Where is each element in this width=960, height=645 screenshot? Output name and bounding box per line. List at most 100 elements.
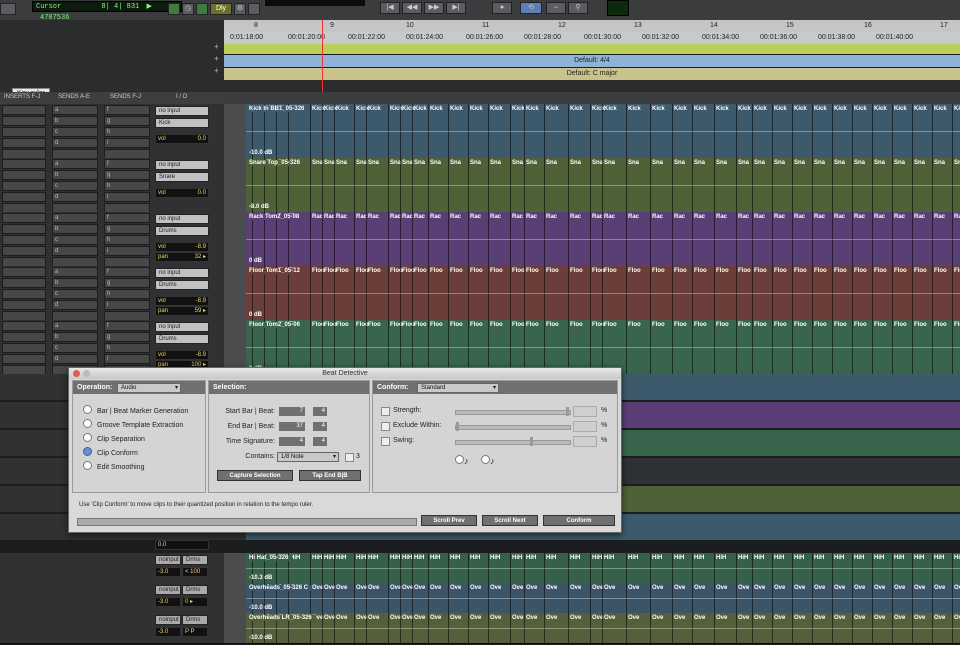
send-slot[interactable]: g [104,116,150,126]
insert-slot[interactable] [2,105,46,115]
input-selector[interactable]: no input [155,106,209,116]
send-slot[interactable]: b [52,116,98,126]
radio-icon[interactable] [83,405,92,414]
insert-slot[interactable] [2,278,46,288]
send-slot[interactable]: g [104,332,150,342]
return-to-zero-icon[interactable]: |◀ [380,2,400,14]
send-slot[interactable]: c [52,127,98,137]
send-slot[interactable]: h [104,289,150,299]
swing-8th-note-option[interactable]: ♪ [455,455,469,466]
volume-display[interactable]: vol -8.9 [155,350,209,360]
input-selector[interactable]: no input [155,322,209,332]
operation-radio[interactable]: Bar | Beat Marker Generation [83,405,188,415]
radio-icon[interactable] [83,433,92,442]
strength-slider[interactable] [455,407,571,416]
operation-radio[interactable]: Edit Smoothing [83,461,144,471]
insert-slot[interactable] [2,321,46,331]
exclude-checkbox[interactable] [381,422,390,431]
clock-icon[interactable]: ◷ [182,3,194,15]
capture-selection-button[interactable]: Capture Selection [217,470,293,481]
output-selector[interactable]: Kick [155,118,209,128]
radio-icon[interactable] [83,461,92,470]
swing-checkbox[interactable] [381,437,390,446]
fast-forward-icon[interactable]: ▶▶ [424,2,444,14]
gear-icon[interactable]: ⚙ [234,3,246,15]
volume-display[interactable]: vol -8.9 [155,242,209,252]
send-slot[interactable]: h [104,235,150,245]
time-sig-denominator-field[interactable]: 4 [313,437,327,446]
track-lane[interactable]: Ove Ove Ove Ove Ove Ove Ove Ove Ove Ove Ove Ove Ove O… [246,583,960,613]
strength-value-field[interactable] [573,406,597,417]
timecode-ruler[interactable]: 0:01:18:00 00:01:20:00 00:01:22:00 00:01:24… [224,32,960,44]
radio-icon[interactable] [83,419,92,428]
insert-slot[interactable] [2,213,46,223]
insert-slot[interactable] [2,224,46,234]
strength-thumb[interactable] [566,407,569,416]
meter-icon[interactable] [168,3,180,15]
send-slot[interactable]: c [52,181,98,191]
output-selector[interactable]: Drms [182,615,208,625]
link-icon[interactable]: ⚲ [568,2,588,14]
contains-dropdown[interactable]: 1/8 Note ▾ [277,452,339,462]
minimize-icon[interactable] [83,370,90,377]
pan-value[interactable]: < 100 [182,567,208,577]
send-slot[interactable]: a [52,105,98,115]
add-marker-icon[interactable]: + [214,54,219,63]
time-sig-numerator-field[interactable]: 4 [279,437,305,446]
send-slot[interactable]: f [104,213,150,223]
insert-slot[interactable] [2,354,46,364]
output-selector[interactable]: Snare [155,172,209,182]
track-lane[interactable]: Rac Rac Rac Rac Rac Rac Rac Rac Rac Rac Rac Rac Rac R… [246,212,960,266]
start-bar-field[interactable]: 7 [279,407,305,416]
send-slot[interactable]: h [104,127,150,137]
send-slot[interactable]: a [52,159,98,169]
input-selector[interactable]: no input [155,268,209,278]
insert-slot[interactable] [2,192,46,202]
bars-ruler[interactable]: 8 9 10 11 12 13 14 15 16 17 [224,20,960,32]
send-slot[interactable]: b [52,224,98,234]
volume-value[interactable]: -3.0 [155,567,181,577]
insert-slot[interactable] [2,246,46,256]
send-slot[interactable]: c [52,343,98,353]
input-selector[interactable]: no input [155,214,209,224]
input-selector[interactable]: noinput [155,585,181,595]
tap-end-button[interactable]: Tap End B|B [299,470,361,481]
insert-slot[interactable] [2,235,46,245]
track-lane[interactable]: Floo Floo Floo Floo Floo Floo Floo Floo Floo Floo… [246,266,960,320]
track-lane[interactable]: Sna Sna Sna Sna Sna Sna Sna Sna Sna Sna Sna Sna Sna S… [246,158,960,212]
send-slot[interactable]: g [104,170,150,180]
send-slot[interactable]: c [52,289,98,299]
output-selector[interactable]: Drums [155,226,209,236]
pan-display[interactable]: pan 59 ▸ [155,306,209,316]
rewind-icon[interactable]: ◀◀ [402,2,422,14]
send-slot[interactable]: g [104,224,150,234]
send-slot[interactable]: h [104,343,150,353]
insert-slot[interactable] [2,332,46,342]
pan-display[interactable]: pan 32 ▸ [155,252,209,262]
output-selector[interactable]: Drums [155,334,209,344]
volume-value[interactable]: -3.0 [155,627,181,637]
insert-slot[interactable] [2,159,46,169]
volume-display[interactable]: vol -8.9 [155,296,209,306]
volume-display[interactable]: vol 0.0 [155,188,209,198]
exclude-thumb[interactable] [456,422,459,431]
loop-icon[interactable]: ⟲ [520,2,542,14]
input-selector[interactable]: noinput [155,555,181,565]
send-slot[interactable]: i [104,192,150,202]
send-slot[interactable]: f [104,159,150,169]
add-ruler-icon[interactable]: + [214,42,219,51]
close-icon[interactable] [73,370,80,377]
send-slot[interactable]: i [104,246,150,256]
radio-icon[interactable] [83,447,92,456]
send-slot[interactable]: d [52,354,98,364]
send-slot[interactable]: f [104,105,150,115]
exclude-slider[interactable] [455,422,571,431]
start-beat-field[interactable]: 4 [313,407,327,416]
volume-value[interactable]: 0.0 [155,540,209,550]
operation-radio[interactable]: Clip Conform [83,447,138,457]
add-meter-icon[interactable]: + [214,66,219,75]
track-lane[interactable]: Kick Kick Kick Kick Kick Kick Kick Kick Kick Kick… [246,104,960,158]
send-slot[interactable]: d [52,246,98,256]
go-to-end-icon[interactable]: ▶| [446,2,466,14]
delay-toggle[interactable]: Dly [210,3,232,15]
